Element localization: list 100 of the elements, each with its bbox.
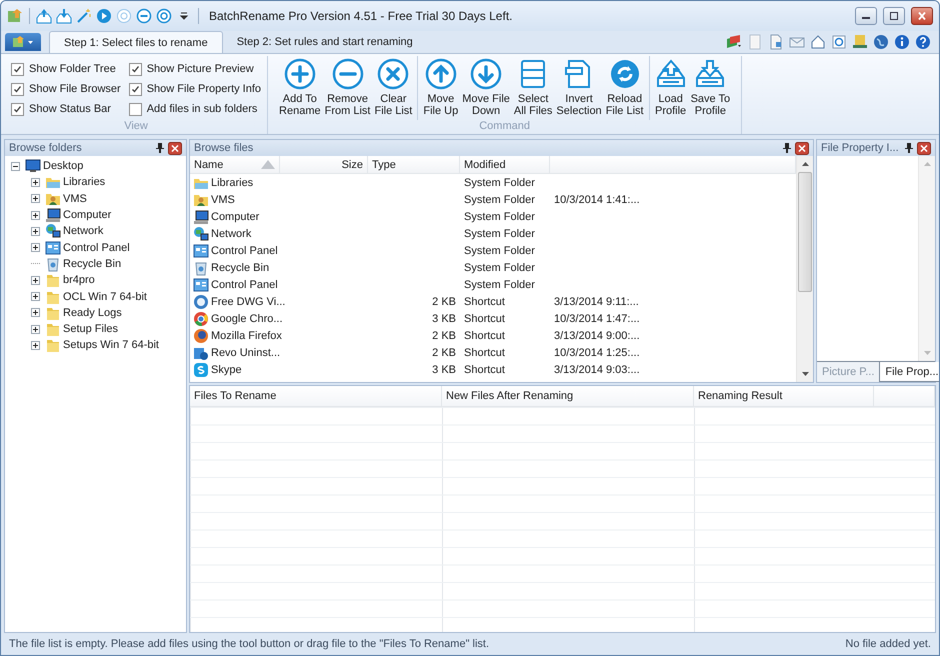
tray-download-icon [694, 58, 726, 90]
expand-toggle[interactable] [31, 226, 40, 236]
checkbox-label[interactable]: Show Status Bar [29, 103, 111, 115]
pin-icon[interactable] [156, 143, 164, 153]
checkbox[interactable] [11, 62, 24, 76]
expand-toggle[interactable] [31, 210, 40, 220]
file-type: Shortcut [464, 346, 505, 358]
info-icon[interactable] [894, 34, 910, 50]
play-icon[interactable] [96, 8, 112, 24]
checkbox[interactable] [11, 82, 24, 96]
expand-toggle[interactable] [31, 194, 40, 204]
column-header[interactable]: Renaming Result [694, 386, 874, 406]
home-icon[interactable] [810, 34, 826, 50]
tree-item[interactable]: VMS [63, 192, 87, 205]
toolbar-button[interactable]: Select All Files [512, 56, 554, 120]
file-name[interactable]: Skype [211, 364, 242, 376]
checkbox[interactable] [11, 102, 24, 116]
panel-title: Browse files [194, 142, 254, 154]
expand-toggle[interactable] [31, 243, 40, 252]
upload-icon[interactable] [36, 8, 52, 24]
tree-item[interactable]: Computer [63, 209, 112, 222]
column-header[interactable]: Size [280, 156, 368, 173]
file-name[interactable]: Revo Uninst... [211, 346, 280, 358]
file-name[interactable]: Computer [211, 210, 260, 222]
colors-icon[interactable] [726, 34, 742, 50]
expand-toggle[interactable] [31, 324, 40, 334]
checkbox-label[interactable]: Show Picture Preview [146, 63, 254, 75]
arrow-down-icon [470, 58, 502, 90]
scroll-down-icon[interactable] [802, 372, 808, 376]
tree-item[interactable]: Network [63, 225, 104, 238]
file-name[interactable]: Network [211, 228, 252, 240]
tree-item[interactable]: br4pro [63, 274, 95, 286]
file-name[interactable]: Libraries [211, 176, 254, 188]
toolbar-button[interactable]: Save To Profile [688, 56, 732, 120]
checkbox[interactable] [128, 102, 142, 116]
tree-item[interactable]: Desktop [43, 160, 84, 172]
toolbar-button[interactable]: Invert Selection [554, 56, 604, 120]
tab[interactable]: Step 1: Select files to rename [49, 31, 223, 53]
document-icon[interactable] [768, 34, 784, 50]
tree-item[interactable]: OCL Win 7 64-bit [63, 290, 147, 303]
checkbox-label[interactable]: Show Folder Tree [29, 63, 116, 75]
app-icon [12, 36, 34, 48]
column-header[interactable]: Name [190, 156, 280, 173]
file-name[interactable]: Recycle Bin [211, 262, 270, 274]
toolbar-button[interactable]: Clear File List [372, 56, 414, 120]
expand-toggle[interactable] [31, 292, 40, 302]
checkbox[interactable] [128, 82, 142, 96]
checkmark-icon [13, 104, 22, 114]
toolbar-button[interactable]: Reload File List [604, 56, 646, 120]
status-message: The file list is empty. Please add files using the tool button or drag file to the "Files To Rename" list. [9, 638, 490, 650]
toolbar-button[interactable]: Load Profile [652, 56, 689, 120]
file-name[interactable]: Control Panel [211, 278, 278, 290]
checkbox-label[interactable]: Show File Property Info [146, 83, 262, 95]
pin-icon[interactable] [783, 143, 791, 153]
file-name[interactable]: Google Chro... [211, 312, 283, 324]
tree-item[interactable]: Control Panel [63, 242, 130, 254]
minus-icon[interactable] [136, 8, 152, 24]
close-button[interactable] [911, 7, 933, 25]
download-icon[interactable] [56, 8, 72, 24]
tree-item[interactable]: Setup Files [63, 323, 118, 336]
toolbar-button[interactable]: Remove From List [322, 56, 372, 120]
tree-item[interactable]: Libraries [63, 176, 106, 188]
expand-toggle[interactable] [31, 308, 40, 318]
minimize-button[interactable] [855, 7, 877, 25]
monitor-icon [25, 158, 41, 174]
tree-item[interactable]: Ready Logs [63, 306, 122, 319]
checkbox-label[interactable]: Add files in sub folders [146, 103, 258, 115]
expand-toggle[interactable] [31, 178, 40, 187]
column-header[interactable]: Type [368, 156, 460, 173]
maximize-button[interactable] [883, 7, 905, 25]
close-icon[interactable] [795, 142, 809, 154]
file-name[interactable]: VMS [211, 194, 235, 206]
file-name[interactable]: Control Panel [211, 244, 278, 256]
toolbar-button[interactable]: Move File Down [460, 56, 512, 120]
scrollbar[interactable] [796, 156, 813, 382]
file-name[interactable]: Mozilla Firefox [211, 330, 282, 342]
column-header[interactable]: Files To Rename [190, 386, 442, 406]
tab[interactable]: File Prop... [879, 362, 939, 382]
toolbar-button[interactable]: Add To Rename [277, 56, 323, 120]
checkbox[interactable] [128, 62, 142, 76]
collapse-toggle[interactable] [11, 162, 20, 171]
scroll-up-icon[interactable] [802, 162, 808, 166]
panel-title: Browse folders [9, 142, 83, 154]
expand-toggle[interactable] [31, 340, 40, 350]
column-header[interactable]: Modified [460, 156, 550, 173]
tree-item[interactable]: Setups Win 7 64-bit [63, 339, 159, 352]
close-icon[interactable] [168, 142, 182, 154]
pin-icon[interactable] [905, 143, 913, 153]
magic-wand-icon[interactable] [76, 8, 92, 24]
column-header[interactable]: New Files After Renaming [442, 386, 694, 406]
expand-toggle[interactable] [31, 276, 40, 285]
close-icon[interactable] [917, 142, 931, 154]
checkbox-label[interactable]: Show File Browser [29, 83, 121, 95]
app-menu-button[interactable] [5, 33, 41, 51]
tab[interactable]: Step 2: Set rules and start renaming [222, 31, 427, 53]
tree-item[interactable]: Recycle Bin [63, 258, 122, 270]
help-icon[interactable] [915, 34, 931, 50]
modified-date: 10/3/2014 1:47:... [554, 312, 640, 324]
file-name[interactable]: Free DWG Vi... [211, 296, 286, 308]
toolbar-button[interactable]: Move File Up [421, 56, 460, 120]
